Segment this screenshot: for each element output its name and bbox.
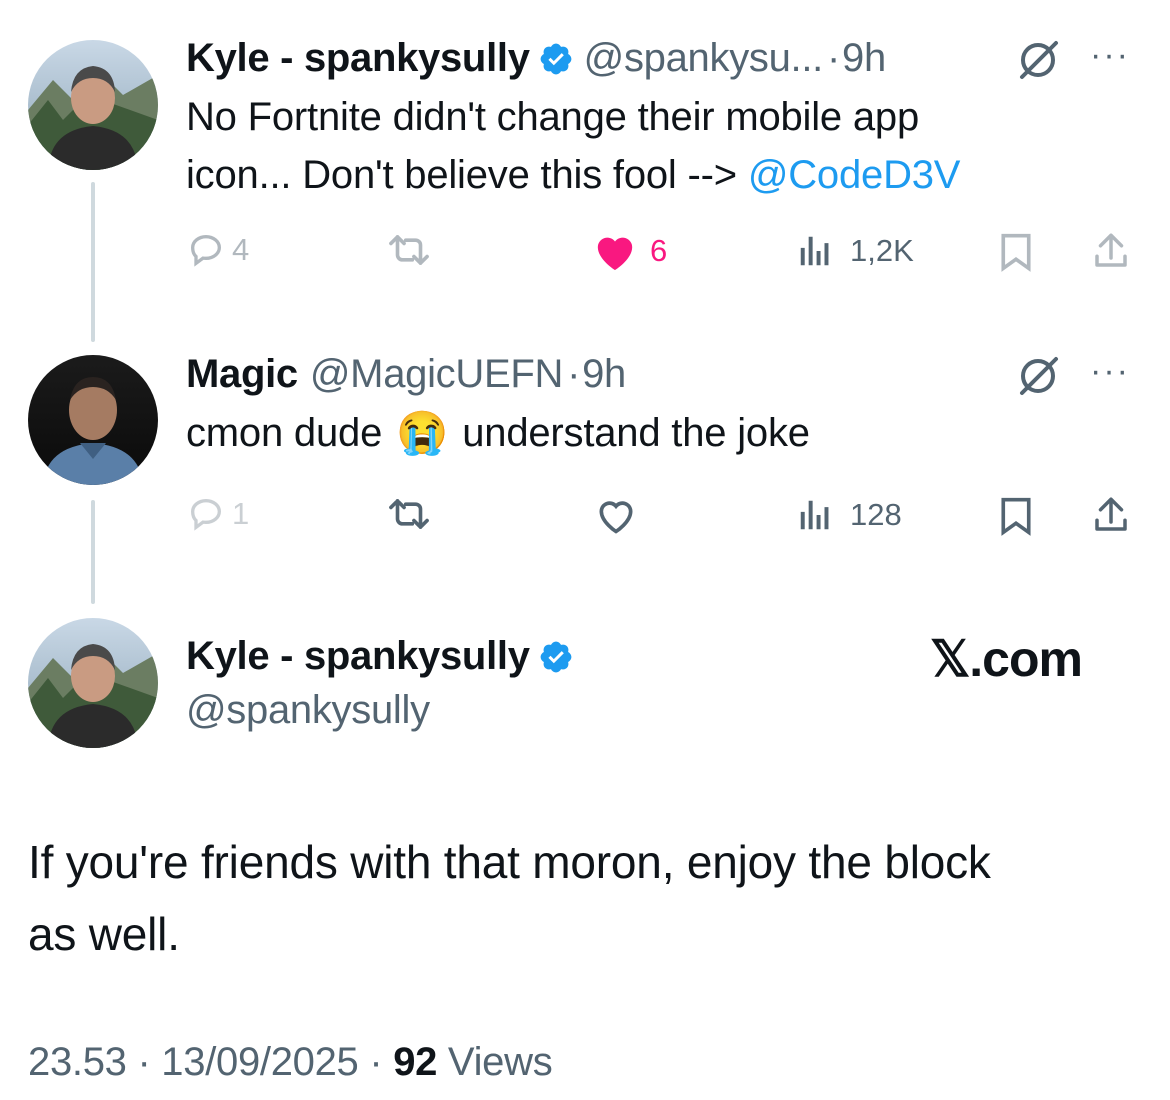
more-icon[interactable]: ···: [1090, 352, 1130, 391]
grok-icon[interactable]: [1016, 356, 1060, 396]
tweet2-text-before: cmon dude: [186, 411, 383, 455]
reply-button[interactable]: 1: [186, 494, 249, 534]
views-button[interactable]: 128: [796, 496, 902, 534]
author-handle[interactable]: @spankysully: [186, 688, 430, 733]
verified-badge-icon: [540, 43, 572, 74]
avatar-kyle-image: [28, 40, 158, 170]
tweet3-text-line1: If you're friends with that moron, enjoy…: [28, 836, 991, 888]
tweet3-text-line2: as well.: [28, 908, 180, 960]
author-name[interactable]: Kyle - spankysully: [186, 36, 530, 81]
views-count: 92: [393, 1040, 438, 1084]
verified-badge-icon: [540, 641, 572, 672]
like-count: 6: [650, 233, 668, 268]
avatar-magic-image: [28, 355, 158, 485]
tweet2-header: Magic @MagicUEFN · 9h: [186, 352, 626, 397]
view-count: 1,2K: [850, 233, 914, 268]
tweet1-text-line2-prefix: icon... Don't believe this fool -->: [186, 153, 737, 197]
post-date[interactable]: 13/09/2025: [161, 1040, 359, 1084]
like-button[interactable]: 6: [592, 230, 667, 272]
grok-icon[interactable]: [1016, 40, 1060, 80]
tweet1-text-line1: No Fortnite didn't change their mobile a…: [186, 95, 920, 139]
thread-line: [91, 500, 95, 604]
author-handle[interactable]: @MagicUEFN: [310, 352, 564, 397]
retweet-button[interactable]: [386, 230, 432, 270]
like-icon: [599, 501, 633, 534]
views-icon: [800, 236, 829, 266]
views-button[interactable]: 1,2K: [796, 232, 914, 270]
author-name[interactable]: Magic: [186, 352, 298, 397]
tweet3-text: If you're friends with that moron, enjoy…: [28, 826, 991, 970]
view-count: 128: [850, 497, 902, 532]
avatar-kyle[interactable]: [28, 618, 158, 748]
separator: ·: [567, 352, 581, 396]
post-time[interactable]: 23.53: [28, 1040, 127, 1084]
author-name[interactable]: Kyle - spankysully: [186, 634, 530, 679]
separator: ·: [827, 36, 841, 80]
reply-button[interactable]: 4: [186, 230, 249, 270]
timestamp[interactable]: 9h: [582, 352, 626, 397]
share-icon[interactable]: [1089, 494, 1133, 536]
avatar-magic[interactable]: [28, 355, 158, 485]
views-icon: [800, 500, 829, 530]
x-logo: 𝕏.com: [930, 631, 1083, 687]
reply-icon: [190, 234, 222, 267]
retweet-icon: [389, 499, 429, 529]
tweet1-header: Kyle - spankysully @spankysu... · 9h: [186, 36, 886, 81]
retweet-icon: [389, 235, 429, 265]
tweet2-text: cmon dude 😭 understand the joke: [186, 404, 810, 462]
mention-link[interactable]: @CodeD3V: [748, 153, 961, 197]
separator: ·: [137, 1040, 151, 1084]
tweet3-header: Kyle - spankysully: [186, 634, 584, 679]
tweet2-text-after: understand the joke: [462, 411, 810, 455]
crying-emoji-icon: 😭: [396, 409, 449, 456]
like-button[interactable]: [594, 494, 638, 536]
avatar-kyle-image: [28, 618, 158, 748]
tweet1-text-line2: icon... Don't believe this fool --> @Cod…: [186, 146, 960, 204]
thread-line: [91, 182, 95, 342]
retweet-button[interactable]: [386, 494, 432, 534]
tweet1-text: No Fortnite didn't change their mobile a…: [186, 88, 960, 204]
bookmark-icon[interactable]: [997, 496, 1035, 536]
views-label: Views: [447, 1040, 553, 1084]
like-icon: [597, 237, 633, 271]
reply-icon: [190, 498, 222, 531]
share-icon[interactable]: [1089, 230, 1133, 272]
reply-count: 4: [232, 232, 250, 267]
avatar-kyle[interactable]: [28, 40, 158, 170]
author-handle[interactable]: @spankysu...: [584, 36, 824, 81]
reply-count: 1: [232, 496, 250, 531]
tweet3-meta: 23.53 · 13/09/2025 · 92 Views: [28, 1040, 553, 1085]
bookmark-icon[interactable]: [997, 232, 1035, 272]
timestamp[interactable]: 9h: [842, 36, 886, 81]
separator: ·: [369, 1040, 383, 1084]
more-icon[interactable]: ···: [1090, 36, 1130, 75]
